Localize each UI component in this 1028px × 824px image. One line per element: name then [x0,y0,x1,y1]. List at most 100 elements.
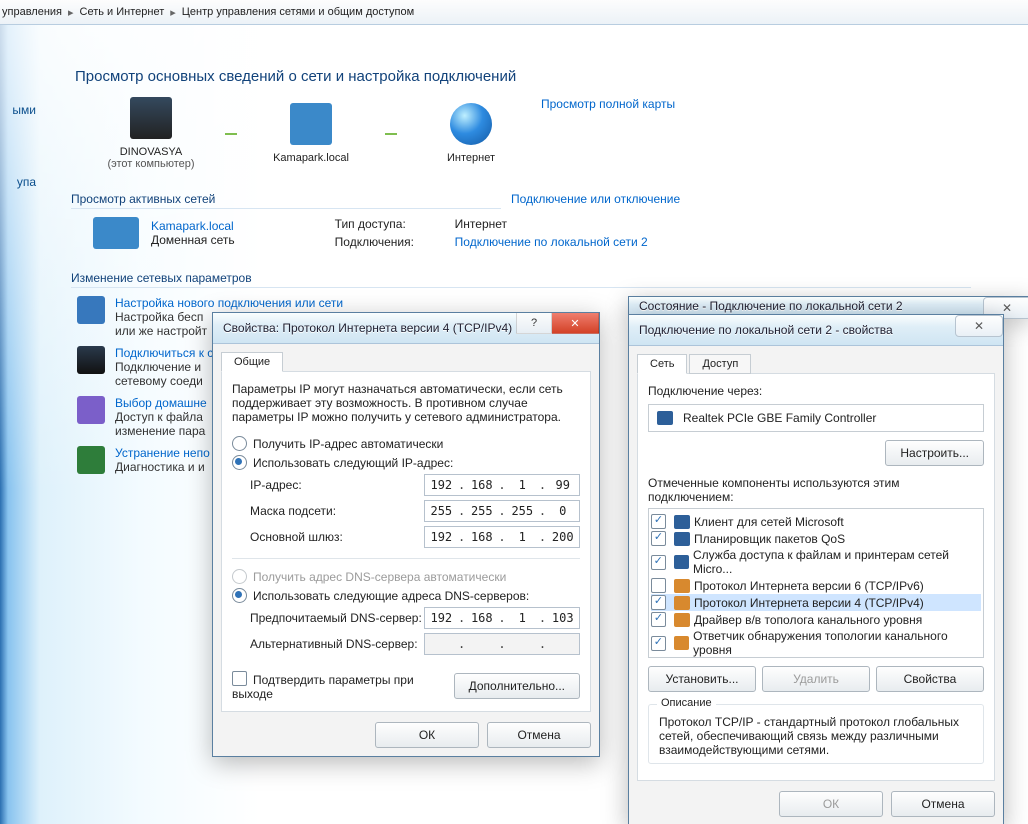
cancel-button[interactable]: Отмена [487,722,591,748]
advanced-button[interactable]: Дополнительно... [454,673,580,699]
dns2-input[interactable]: ... [424,633,580,655]
change-settings-title: Изменение сетевых параметров [71,271,971,288]
tab-network[interactable]: Сеть [637,354,687,374]
radio-auto-ip[interactable]: Получить IP-адрес автоматически [232,436,580,451]
dns2-label: Альтернативный DNS-сервер: [250,637,424,651]
connect-via-label: Подключение через: [648,384,984,398]
active-network-name[interactable]: Kamapark.local [151,219,235,233]
component-item[interactable]: Планировщик пакетов QoS [651,530,981,547]
close-button[interactable]: ✕ [955,315,1003,337]
component-label: Клиент для сетей Microsoft [694,515,844,529]
lan-title: Подключение по локальной сети 2 - свойст… [639,323,893,337]
globe-icon [450,103,492,145]
page-title: Просмотр основных сведений о сети и наст… [75,68,1002,85]
connections-label: Подключения: [335,235,455,249]
component-checkbox[interactable] [651,555,666,570]
component-checkbox[interactable] [651,531,666,546]
install-button[interactable]: Установить... [648,666,756,692]
component-checkbox[interactable] [651,595,666,610]
component-checkbox[interactable] [651,578,666,593]
description-legend: Описание [657,697,716,709]
component-icon [674,596,690,610]
breadcrumb[interactable]: управления ▸ Сеть и Интернет ▸ Центр управ… [0,0,1028,25]
component-label: Протокол Интернета версии 6 (TCP/IPv6) [694,579,924,593]
component-checkbox[interactable] [651,636,666,651]
radio-auto-dns: Получить адрес DNS-сервера автоматически [232,569,580,584]
access-type-value: Интернет [455,217,648,231]
see-full-map-link[interactable]: Просмотр полной карты [541,97,675,111]
connector [225,133,237,135]
components-list[interactable]: Клиент для сетей Microsoft Планировщик па… [648,508,984,658]
pc-icon [130,97,172,139]
ip-label: IP-адрес: [250,478,424,492]
ip-input[interactable]: 192.168.1.99 [424,474,580,496]
component-item[interactable]: Протокол Интернета версии 4 (TCP/IPv4) [651,594,981,611]
radio-manual-dns[interactable]: Использовать следующие адреса DNS-сервер… [232,588,580,603]
network-icon [93,217,139,249]
connection-link[interactable]: Подключение по локальной сети 2 [455,235,648,249]
configure-button[interactable]: Настроить... [885,440,984,466]
access-type-label: Тип доступа: [335,217,455,231]
chevron-icon: ▸ [68,6,74,19]
sidebar-frag: упа [17,175,36,189]
bc-a[interactable]: управления [2,6,62,18]
tab-sharing[interactable]: Доступ [689,354,751,374]
cancel-button[interactable]: Отмена [891,791,995,817]
adapter-icon [657,411,673,425]
component-item[interactable]: Ответчик обнаружения топологии канальног… [651,628,981,658]
map-this-pc: DINOVASYA (этот компьютер) [91,97,211,170]
ipv4-titlebar[interactable]: Свойства: Протокол Интернета версии 4 (T… [213,313,599,344]
radio-manual-ip[interactable]: Использовать следующий IP-адрес: [232,455,580,470]
ipv4-intro: Параметры IP могут назначаться автоматич… [232,382,580,424]
pc-name: DINOVASYA [91,146,211,158]
close-button[interactable]: ✕ [552,313,599,334]
adapter-name: Realtek PCIe GBE Family Controller [683,411,876,425]
ipv4-title: Свойства: Протокол Интернета версии 4 (T… [223,321,512,335]
lan-titlebar[interactable]: Подключение по локальной сети 2 - свойст… [629,315,1003,346]
help-button[interactable]: ? [516,313,552,334]
bc-b[interactable]: Сеть и Интернет [80,6,165,18]
ipv4-dialog: Свойства: Протокол Интернета версии 4 (T… [212,312,600,757]
map-network: Kamapark.local [251,103,371,164]
task-icon [77,396,105,424]
active-network-type: Доменная сеть [151,233,235,247]
sidebar: ыми упа [0,25,40,824]
component-label: Планировщик пакетов QoS [694,532,845,546]
component-item[interactable]: Клиент для сетей Microsoft [651,513,981,530]
properties-button[interactable]: Свойства [876,666,984,692]
network-icon [290,103,332,145]
component-item[interactable]: Протокол Интернета версии 6 (TCP/IPv6) [651,577,981,594]
ok-button[interactable]: ОК [375,722,479,748]
viewport: { "breadcrumbs": { "a":"управления","b":… [0,0,1028,824]
lan-props-dialog: Подключение по локальной сети 2 - свойст… [628,314,1004,824]
mask-input[interactable]: 255.255.255.0 [424,500,580,522]
tab-general[interactable]: Общие [221,352,283,372]
network-name: Kamapark.local [251,152,371,164]
component-checkbox[interactable] [651,612,666,627]
bc-c[interactable]: Центр управления сетями и общим доступом [182,6,414,18]
component-item[interactable]: Служба доступа к файлам и принтерам сете… [651,547,981,577]
task-icon [77,296,105,324]
component-icon [674,515,690,529]
connect-disconnect-link[interactable]: Подключение или отключение [511,192,680,206]
mask-label: Маска подсети: [250,504,424,518]
component-label: Драйвер в/в тополога канального уровня [694,613,922,627]
task-icon [77,446,105,474]
components-label: Отмеченные компоненты используются этим … [648,476,984,504]
internet-label: Интернет [411,152,531,164]
component-label: Служба доступа к файлам и принтерам сете… [693,548,981,576]
dns1-input[interactable]: 192.168.1.103 [424,607,580,629]
behind-dialog: Состояние - Подключение по локальной сет… [628,296,1028,316]
component-icon [674,532,690,546]
chevron-icon: ▸ [170,6,176,19]
confirm-checkbox[interactable]: Подтвердить параметры при выходе [232,671,454,701]
component-item[interactable]: Драйвер в/в тополога канального уровня [651,611,981,628]
component-checkbox[interactable] [651,514,666,529]
sidebar-frag: ыми [12,103,36,117]
active-networks-title: Просмотр активных сетей [71,192,501,209]
component-icon [674,636,690,650]
behind-dialog-title: Состояние - Подключение по локальной сет… [639,299,903,313]
gateway-input[interactable]: 192.168.1.200 [424,526,580,548]
ok-button[interactable]: ОК [779,791,883,817]
connector [385,133,397,135]
